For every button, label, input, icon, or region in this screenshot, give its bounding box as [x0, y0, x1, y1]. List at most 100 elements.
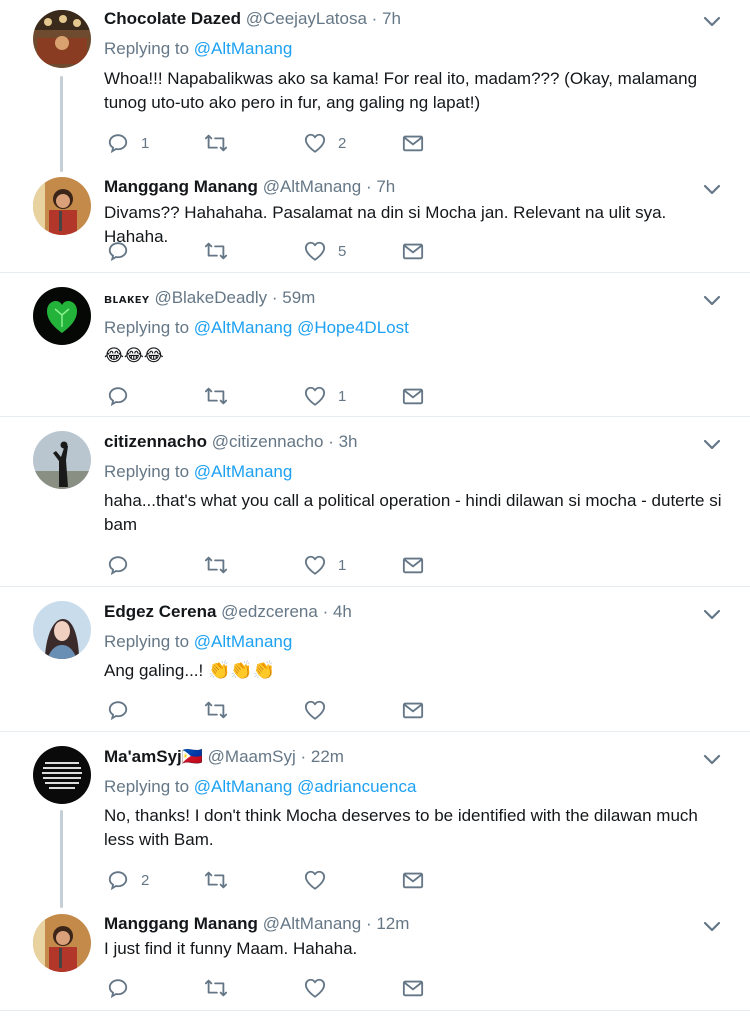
retweet-button[interactable]	[204, 240, 240, 262]
display-name[interactable]: Edgez Cerena	[104, 602, 216, 621]
user-handle[interactable]: @CeejayLatosa	[246, 9, 367, 28]
timestamp[interactable]: · 59m	[272, 288, 315, 307]
tweet[interactable]: Edgez Cerena @edzcerena · 4h Replying to…	[0, 587, 750, 731]
chevron-down-icon[interactable]	[703, 920, 721, 932]
avatar[interactable]	[33, 914, 91, 972]
retweet-button[interactable]	[204, 132, 240, 154]
retweet-button[interactable]	[204, 385, 240, 407]
retweet-button[interactable]	[204, 977, 240, 999]
tweet[interactable]: Manggang Manang @AltManang · 12m I just …	[0, 908, 750, 1010]
dm-button[interactable]	[402, 554, 424, 576]
display-name[interactable]: Manggang Manang	[104, 177, 258, 196]
avatar[interactable]	[33, 177, 91, 235]
timestamp[interactable]: · 7h	[372, 9, 401, 28]
like-button[interactable]: 1	[304, 554, 346, 576]
dm-button[interactable]	[402, 132, 424, 154]
like-button[interactable]: 5	[304, 240, 346, 262]
reply-button[interactable]: 1	[107, 132, 149, 154]
display-name[interactable]: Ma'amSyj	[104, 747, 182, 766]
replying-to: Replying to @AltManang	[104, 632, 292, 652]
tweet-text: haha...that's what you call a political …	[104, 491, 722, 534]
retweet-button[interactable]	[204, 554, 240, 576]
heart-icon	[304, 977, 326, 999]
user-handle[interactable]: @AltManang	[263, 914, 362, 933]
mention-link[interactable]: @AltManang	[194, 777, 293, 796]
avatar[interactable]	[33, 287, 91, 345]
mention-link[interactable]: @AltManang	[194, 39, 293, 58]
timestamp[interactable]: · 3h	[328, 432, 357, 451]
tweet-header: citizennacho @citizennacho · 3h	[104, 432, 358, 452]
dm-button[interactable]	[402, 869, 424, 891]
tweet-text: Ang galing...! 👏👏👏	[104, 658, 724, 683]
chevron-down-icon[interactable]	[703, 438, 721, 450]
heart-icon	[304, 869, 326, 891]
reply-button[interactable]	[107, 699, 141, 721]
mention-link[interactable]: @AltManang	[194, 318, 293, 337]
user-handle[interactable]: @AltManang	[263, 177, 362, 196]
envelope-icon	[402, 240, 424, 262]
display-name[interactable]: citizennacho	[104, 432, 207, 451]
timestamp[interactable]: · 22m	[301, 747, 344, 766]
like-button[interactable]: 2	[304, 132, 346, 154]
retweet-icon	[204, 554, 228, 576]
tweet-header: Chocolate Dazed @CeejayLatosa · 7h	[104, 9, 401, 29]
like-button[interactable]	[304, 977, 338, 999]
reply-button[interactable]	[107, 385, 141, 407]
retweet-icon	[204, 132, 228, 154]
user-handle[interactable]: @MaamSyj	[208, 747, 296, 766]
display-name[interactable]: Chocolate Dazed	[104, 9, 241, 28]
mention-link[interactable]: @Hope4DLost	[297, 318, 409, 337]
reply-button[interactable]: 2	[107, 869, 149, 891]
retweet-button[interactable]	[204, 699, 240, 721]
avatar[interactable]	[33, 746, 91, 804]
chevron-down-icon[interactable]	[703, 753, 721, 765]
tweet-text: Whoa!!! Napabalikwas ako sa kama! For re…	[104, 69, 698, 112]
dm-button[interactable]	[402, 240, 424, 262]
user-handle[interactable]: @BlakeDeadly	[154, 288, 267, 307]
display-name[interactable]: Manggang Manang	[104, 914, 258, 933]
tweet[interactable]: Ma'amSyj🇵🇭 @MaamSyj · 22m Replying to @A…	[0, 732, 750, 908]
reply-icon	[107, 869, 129, 891]
tweet-actions	[107, 977, 427, 999]
like-button[interactable]: 1	[304, 385, 346, 407]
chevron-down-icon[interactable]	[703, 294, 721, 306]
replying-label: Replying to	[104, 318, 190, 337]
tweet[interactable]: Manggang Manang @AltManang · 7h Divams??…	[0, 172, 750, 272]
reply-button[interactable]	[107, 240, 141, 262]
like-button[interactable]	[304, 869, 338, 891]
divider	[0, 1010, 750, 1011]
chevron-down-icon[interactable]	[703, 608, 721, 620]
display-name[interactable]: ʙʟᴀᴋᴇʏ	[104, 291, 150, 306]
dm-button[interactable]	[402, 977, 424, 999]
dm-button[interactable]	[402, 385, 424, 407]
replying-label: Replying to	[104, 632, 190, 651]
tweet[interactable]: Chocolate Dazed @CeejayLatosa · 7h Reply…	[0, 0, 750, 172]
chevron-down-icon[interactable]	[703, 183, 721, 195]
dm-button[interactable]	[402, 699, 424, 721]
envelope-icon	[402, 132, 424, 154]
mention-link[interactable]: @AltManang	[194, 462, 293, 481]
tweet-text-body: Ang galing...!	[104, 661, 204, 680]
mention-link[interactable]: @adriancuenca	[297, 777, 416, 796]
retweet-button[interactable]	[204, 869, 240, 891]
user-handle[interactable]: @citizennacho	[212, 432, 324, 451]
reply-icon	[107, 132, 129, 154]
tweet[interactable]: ʙʟᴀᴋᴇʏ @BlakeDeadly · 59m Replying to @A…	[0, 273, 750, 416]
timestamp[interactable]: · 12m	[366, 914, 409, 933]
replying-to: Replying to @AltManang	[104, 39, 292, 59]
avatar[interactable]	[33, 431, 91, 489]
mention-link[interactable]: @AltManang	[194, 632, 293, 651]
like-button[interactable]	[304, 699, 338, 721]
user-handle[interactable]: @edzcerena	[221, 602, 318, 621]
reply-button[interactable]	[107, 977, 141, 999]
chevron-down-icon[interactable]	[703, 15, 721, 27]
timestamp[interactable]: · 4h	[323, 602, 352, 621]
tweet[interactable]: citizennacho @citizennacho · 3h Replying…	[0, 417, 750, 586]
timestamp[interactable]: · 7h	[366, 177, 395, 196]
replying-to: Replying to @AltManang	[104, 462, 292, 482]
avatar[interactable]	[33, 601, 91, 659]
avatar[interactable]	[33, 10, 91, 68]
reply-button[interactable]	[107, 554, 141, 576]
tweet-actions	[107, 699, 427, 721]
tweet-text: I just find it funny Maam. Hahaha.	[104, 939, 358, 958]
